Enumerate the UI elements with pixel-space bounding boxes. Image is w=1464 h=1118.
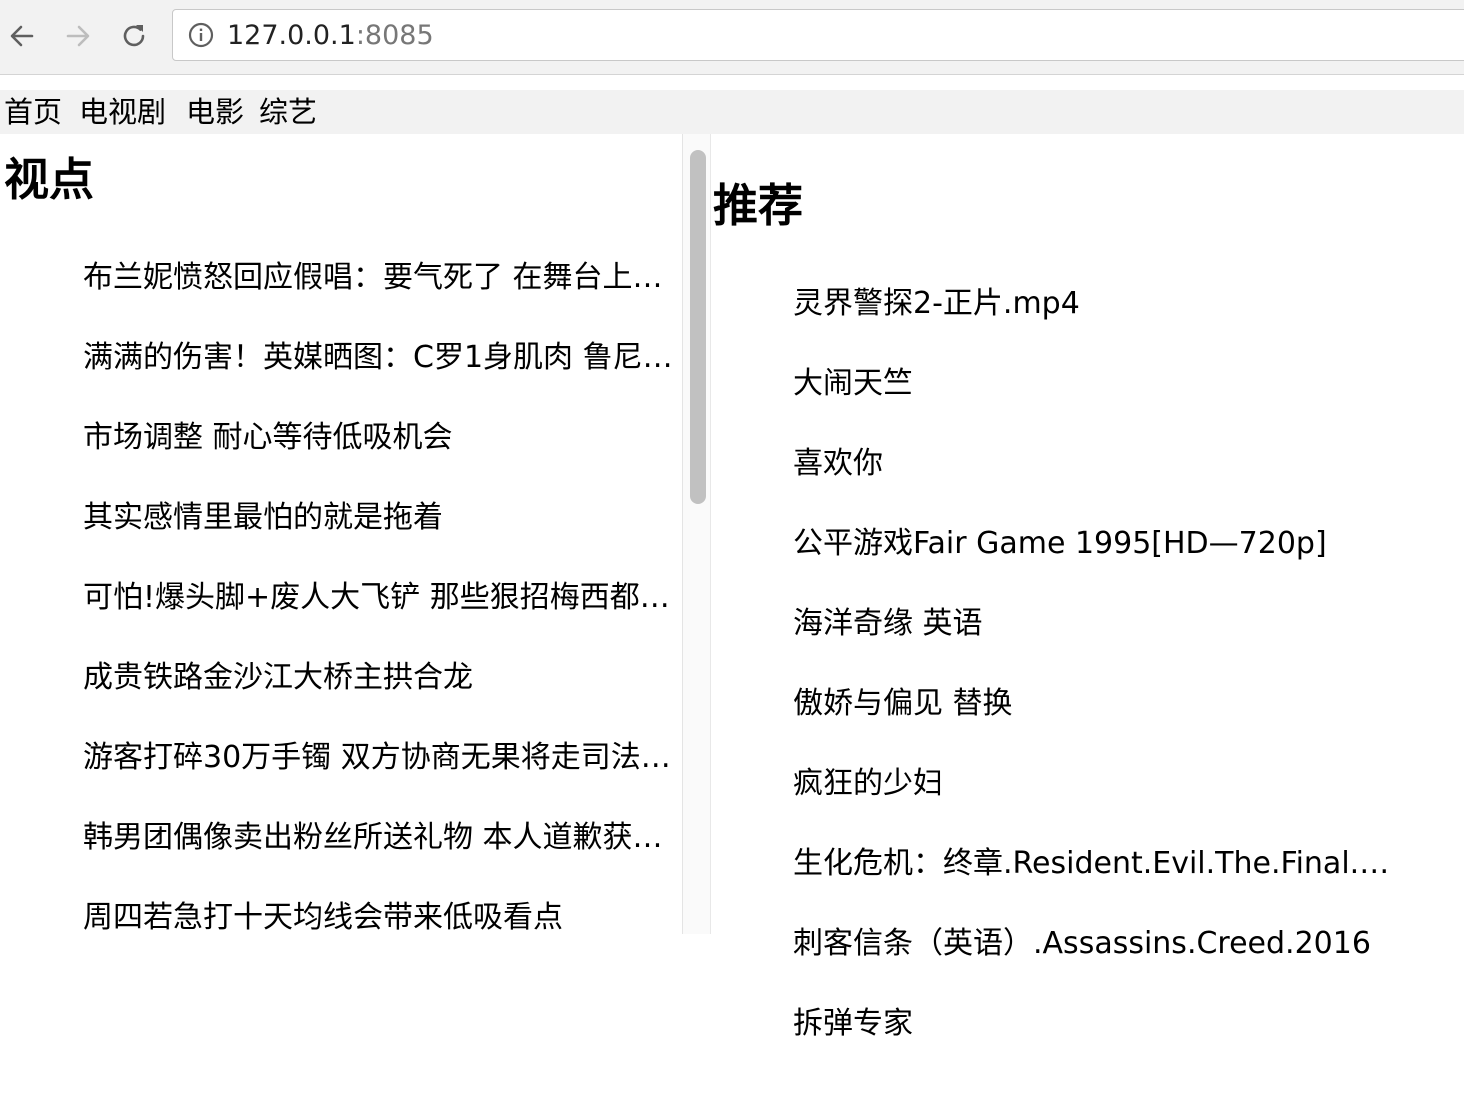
news-item[interactable]: 游客打碎30万手镯 双方协商无果将走司法程序: [83, 738, 675, 778]
news-item[interactable]: 韩男团偶像卖出粉丝所送礼物 本人道歉获原谅: [83, 818, 675, 858]
info-icon[interactable]: [187, 21, 215, 49]
recommend-section-title: 推荐: [713, 179, 804, 232]
address-bar[interactable]: 127.0.0.1:8085: [172, 9, 1464, 61]
menu-item-movies[interactable]: 电影: [186, 94, 244, 130]
back-arrow-icon: [10, 25, 34, 47]
reload-button[interactable]: [116, 17, 152, 55]
menu-item-tv-series[interactable]: 电视剧: [79, 94, 166, 130]
news-item[interactable]: 周四若急打十天均线会带来低吸看点: [83, 898, 675, 934]
recommend-item[interactable]: 疯狂的少妇: [793, 764, 1393, 804]
top-menu: 首页 电视剧 电影 综艺: [0, 90, 1464, 134]
recommend-item[interactable]: 刺客信条（英语）.Assassins.Creed.2016: [793, 924, 1393, 964]
news-item[interactable]: 市场调整 耐心等待低吸机会: [83, 418, 675, 458]
url-host: 127.0.0.1: [227, 20, 356, 51]
recommend-item[interactable]: 大闹天竺: [793, 364, 1393, 404]
news-item[interactable]: 布兰妮愤怒回应假唱：要气死了 在舞台上真唱: [83, 258, 675, 298]
recommend-item[interactable]: 喜欢你: [793, 444, 1393, 484]
news-section-title: 视点: [4, 153, 95, 206]
recommend-item[interactable]: 灵界警探2-正片.mp4: [793, 284, 1393, 324]
browser-toolbar: 127.0.0.1:8085: [0, 0, 1464, 75]
back-button[interactable]: [4, 17, 40, 55]
news-item[interactable]: 满满的伤害！英媒晒图：C罗1身肌肉 鲁尼1身赘肉: [83, 338, 675, 378]
recommend-item[interactable]: 海洋奇缘 英语: [793, 604, 1393, 644]
menu-item-home[interactable]: 首页: [4, 94, 62, 130]
recommend-item[interactable]: 傲娇与偏见 替换: [793, 684, 1393, 724]
recommend-item[interactable]: 公平游戏Fair Game 1995[HD—720p]: [793, 524, 1393, 564]
news-item[interactable]: 成贵铁路金沙江大桥主拱合龙: [83, 658, 675, 698]
news-item[interactable]: 其实感情里最怕的就是拖着: [83, 498, 675, 538]
recommend-item[interactable]: 生化危机：终章.Resident.Evil.The.Final.Chapter: [793, 844, 1393, 884]
menu-item-variety[interactable]: 综艺: [259, 94, 317, 130]
recommend-item[interactable]: 拆弹专家: [793, 1004, 1393, 1044]
url-text[interactable]: 127.0.0.1:8085: [227, 20, 434, 52]
forward-button[interactable]: [60, 17, 96, 55]
reload-icon: [123, 25, 145, 47]
news-panel: 视点 布兰妮愤怒回应假唱：要气死了 在舞台上真唱 满满的伤害！英媒晒图：C罗1身…: [0, 134, 712, 934]
news-item[interactable]: 可怕!爆头脚+废人大飞铲 那些狠招梅西都经历过: [83, 578, 675, 618]
url-port: :8085: [355, 20, 434, 51]
forward-arrow-icon: [66, 25, 90, 47]
scrollbar-thumb[interactable]: [690, 150, 706, 504]
